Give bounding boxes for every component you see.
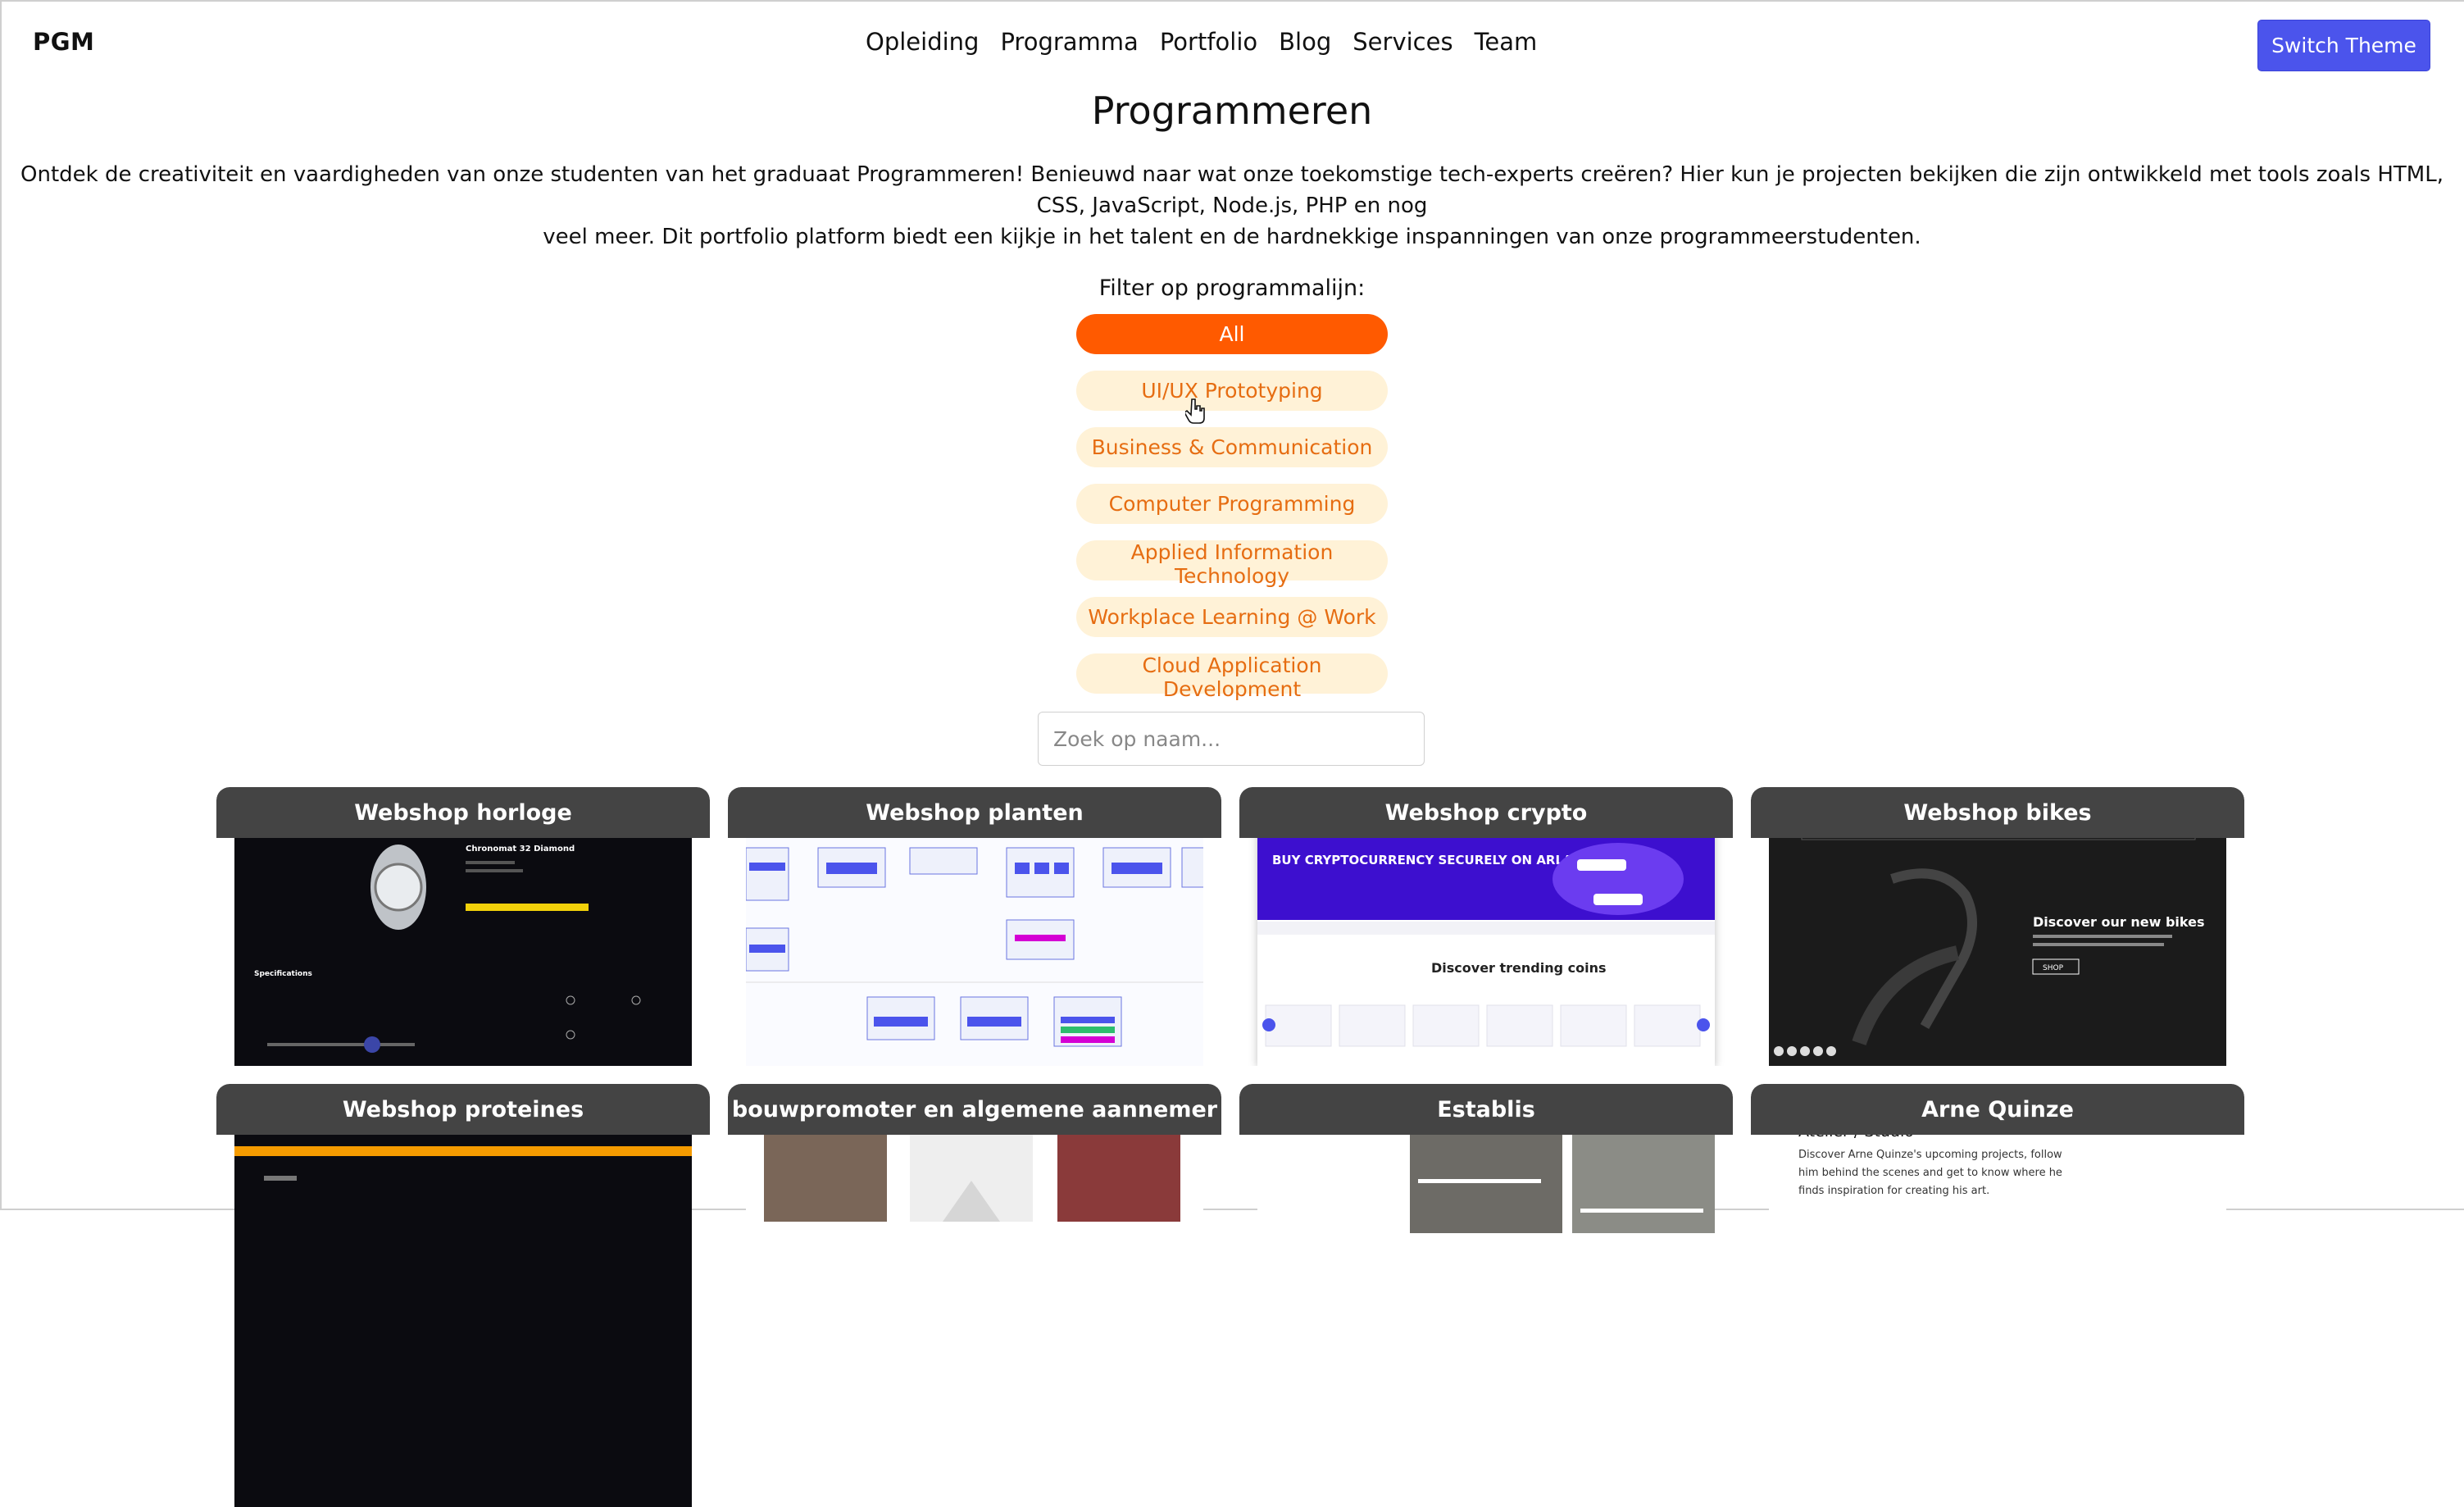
project-title: Webshop bikes — [1751, 787, 2244, 838]
project-card[interactable]: Webshop planten — [728, 787, 1221, 1066]
project-card[interactable]: INOVA Webshop proteines — [216, 1084, 710, 1507]
project-title: Establis — [1239, 1084, 1733, 1135]
intro-line-2: veel meer. Dit portfolio platform biedt … — [543, 225, 1921, 249]
project-card[interactable]: Establis — [1239, 1084, 1733, 1507]
project-thumbnail: Atelier / Studio Discover Arne Quinze's … — [1769, 1094, 2226, 1507]
thumb-bikes-headline: Discover our new bikes — [2033, 914, 2204, 930]
nav-programma[interactable]: Programma — [1000, 28, 1138, 56]
project-thumbnail: INOVA — [234, 1094, 692, 1507]
project-title: Webshop planten — [728, 787, 1221, 838]
nav-opleiding[interactable]: Opleiding — [866, 28, 979, 56]
construction-site-preview — [746, 1094, 1203, 1507]
search-input[interactable] — [1038, 712, 1425, 766]
project-card[interactable]: Discover our new bikes SHOP Webshop bike… — [1751, 787, 2244, 1066]
project-grid: Chronomat 32 Diamond Specifications Webs… — [216, 787, 2248, 1507]
project-card[interactable]: BUY CRYPTOCURRENCY SECURELY ON ARLAN. Di… — [1239, 787, 1733, 1066]
project-card[interactable]: bouwpromoter en algemene aannemer — [728, 1084, 1221, 1507]
filter-business-button[interactable]: Business & Communication — [1076, 427, 1388, 467]
project-title: Webshop crypto — [1239, 787, 1733, 838]
project-title: bouwpromoter en algemene aannemer — [728, 1084, 1221, 1135]
project-title: Webshop proteines — [216, 1084, 710, 1135]
navbar: PGM Opleiding Programma Portfolio Blog S… — [0, 0, 2464, 92]
filter-cloud-button[interactable]: Cloud Application Development — [1076, 653, 1388, 701]
project-thumbnail — [1257, 1094, 1725, 1507]
thumb-crypto-headline: BUY CRYPTOCURRENCY SECURELY ON ARLAN. — [1272, 853, 1588, 867]
filter-workplace-button[interactable]: Workplace Learning @ Work — [1076, 597, 1388, 637]
nav-team[interactable]: Team — [1475, 28, 1538, 56]
filter-uiux-button[interactable]: UI/UX Prototyping — [1076, 371, 1388, 411]
filter-programming-button[interactable]: Computer Programming — [1076, 484, 1388, 524]
brand-logo[interactable]: PGM — [33, 28, 94, 56]
thumb-atelier-text: Discover Arne Quinze's upcoming projects… — [1798, 1149, 2062, 1197]
nav-services[interactable]: Services — [1352, 28, 1452, 56]
thumb-product-name: Chronomat 32 Diamond — [466, 845, 575, 854]
project-card[interactable]: Atelier / Studio Discover Arne Quinze's … — [1751, 1084, 2244, 1507]
thumb-section-title: Specifications — [254, 970, 312, 978]
page-title: Programmeren — [1091, 89, 1373, 133]
filter-applied-it-button[interactable]: Applied Information Technology — [1076, 540, 1388, 588]
project-title: Webshop horloge — [216, 787, 710, 838]
thumb-bikes-button: SHOP — [2043, 964, 2064, 972]
nav-portfolio[interactable]: Portfolio — [1160, 28, 1257, 56]
thumb-crypto-section: Discover trending coins — [1431, 960, 1607, 976]
project-thumbnail — [746, 1094, 1203, 1507]
main-nav: Opleiding Programma Portfolio Blog Servi… — [866, 28, 1537, 56]
filter-all-button[interactable]: All — [1076, 314, 1388, 354]
establis-preview — [1257, 1094, 1725, 1507]
protein-shop-preview: INOVA — [234, 1094, 692, 1507]
filter-label: Filter op programmalijn: — [1098, 275, 1366, 301]
nav-blog[interactable]: Blog — [1279, 28, 1331, 56]
intro-text: Ontdek de creativiteit en vaardigheden v… — [0, 159, 2464, 253]
filter-group: All UI/UX Prototyping Business & Communi… — [1076, 314, 1388, 701]
switch-theme-button[interactable]: Switch Theme — [2257, 20, 2430, 71]
hand-cursor-icon — [1185, 398, 1205, 424]
project-card[interactable]: Chronomat 32 Diamond Specifications Webs… — [216, 787, 710, 1066]
project-title: Arne Quinze — [1751, 1084, 2244, 1135]
intro-line-1: Ontdek de creativiteit en vaardigheden v… — [20, 162, 2444, 218]
